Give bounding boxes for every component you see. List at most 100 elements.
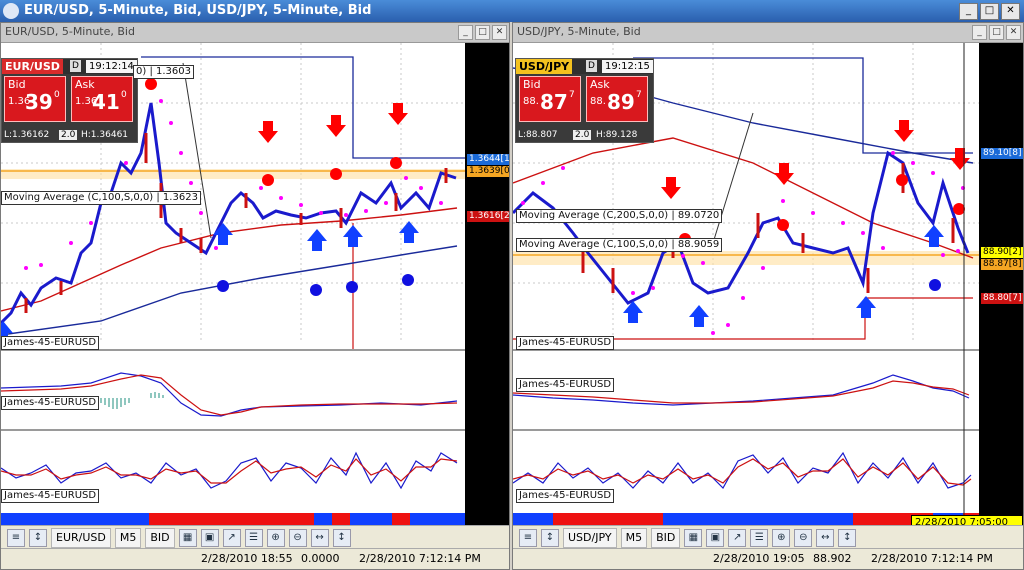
maximize-icon[interactable]: □: [989, 25, 1004, 40]
app-logo-icon: [3, 3, 19, 19]
cursor-icon[interactable]: ↗: [728, 528, 747, 547]
chart-window-title-bar[interactable]: EUR/USD, 5-Minute, Bid _ □ ✕: [1, 23, 509, 43]
bid-label: Bid: [523, 78, 541, 91]
price-type-dropdown[interactable]: BID: [145, 527, 175, 548]
status-bar-time: 2/28/2010 19:05: [713, 552, 805, 565]
ma100-label: Moving Average (C,100,S,0,0) | 88.9059: [516, 238, 723, 252]
indicator-label-macd: James-45-EURUSD: [516, 378, 615, 392]
indicator-label-main: James-45-EURUSD: [516, 336, 615, 350]
maximize-button[interactable]: □: [980, 3, 999, 20]
bar-chart-icon[interactable]: ▣: [706, 528, 725, 547]
stretch-h-icon[interactable]: ↔: [816, 528, 835, 547]
spread-value: 2.0: [573, 130, 592, 140]
timeframe-dropdown[interactable]: M5: [114, 527, 142, 548]
status-clock: 2/28/2010 7:12:14 PM: [359, 552, 481, 565]
bid-box[interactable]: Bid 1.36 39 0: [4, 76, 66, 122]
ma200-label: Moving Average (C,200,S,0,0) | 89.0720: [516, 209, 723, 223]
zoom-in-icon[interactable]: ⊕: [772, 528, 791, 547]
close-icon[interactable]: ✕: [1006, 25, 1021, 40]
high-value: H:89.128: [596, 130, 638, 140]
price-label-yellow: 88.90[2]: [981, 247, 1023, 258]
ask-box[interactable]: Ask 88. 89 7: [586, 76, 648, 122]
pair-dropdown[interactable]: USD/JPY: [563, 527, 617, 548]
candle-icon[interactable]: ▦: [684, 528, 703, 547]
status-value: 0.0000: [301, 552, 340, 565]
ask-big: 89: [607, 90, 635, 114]
bid-big: 39: [25, 90, 53, 114]
close-button[interactable]: ✕: [1001, 3, 1020, 20]
ask-big: 41: [92, 90, 120, 114]
price-type-dropdown[interactable]: BID: [651, 527, 681, 548]
chart-toolbar: ≡ ↕ USD/JPY M5 BID ▦ ▣ ↗ ☰ ⊕ ⊖ ↔ ↕: [513, 525, 1023, 549]
ma-label: Moving Average (C,100,S,0,0) | 1.3623: [1, 191, 201, 205]
ask-sup: 0: [121, 90, 127, 100]
symbol-label: USD/JPY: [516, 59, 573, 74]
high-value: H:1.36461: [81, 130, 129, 140]
list-icon[interactable]: ☰: [244, 528, 263, 547]
top-indicator-label: 0) | 1.3603: [133, 65, 194, 79]
bid-sup: 7: [569, 90, 575, 100]
d-badge[interactable]: D: [70, 60, 81, 72]
status-clock: 2/28/2010 7:12:14 PM: [871, 552, 993, 565]
scroll-icon[interactable]: ↕: [541, 528, 559, 547]
list-icon[interactable]: ☰: [750, 528, 769, 547]
d-badge[interactable]: D: [586, 60, 597, 72]
low-value: L:88.807: [518, 130, 558, 140]
price-label-orange: 88.87[8]: [981, 259, 1023, 270]
candle-icon[interactable]: ▦: [178, 528, 197, 547]
stretch-v-icon[interactable]: ↕: [332, 528, 351, 547]
pair-dropdown[interactable]: EUR/USD: [51, 527, 111, 548]
indicator-label-stoch: James-45-EURUSD: [516, 489, 615, 503]
price-label-blue: 89.10[8]: [981, 148, 1023, 159]
status-bar-time: 2/28/2010 18:55: [201, 552, 293, 565]
scroll-icon[interactable]: ↕: [29, 528, 47, 547]
chart-toolbar: ≡ ↕ EUR/USD M5 BID ▦ ▣ ↗ ☰ ⊕ ⊖ ↔ ↕: [1, 525, 509, 549]
bar-chart-icon[interactable]: ▣: [200, 528, 219, 547]
status-bar: 2/28/2010 19:05 88.902 2/28/2010 7:12:14…: [513, 548, 1023, 569]
ask-sup: 7: [636, 90, 642, 100]
indicator-label-macd: James-45-EURUSD: [1, 396, 100, 410]
bid-prefix: 88.: [523, 96, 539, 107]
ask-box[interactable]: Ask 1.36 41 0: [71, 76, 133, 122]
close-icon[interactable]: ✕: [492, 25, 507, 40]
chart-window-title-bar[interactable]: USD/JPY, 5-Minute, Bid _ □ ✕: [513, 23, 1023, 43]
bid-sup: 0: [54, 90, 60, 100]
zoom-out-icon[interactable]: ⊖: [794, 528, 813, 547]
zoom-out-icon[interactable]: ⊖: [288, 528, 307, 547]
app-titlebar: EUR/USD, 5-Minute, Bid, USD/JPY, 5-Minut…: [0, 0, 1024, 22]
ask-prefix: 88.: [590, 96, 606, 107]
quote-box[interactable]: USD/JPY D 19:12:15 Bid 88. 87 7 Ask 88. …: [515, 58, 654, 143]
quote-box[interactable]: EUR/USD D 19:12:14 Bid 1.36 39 0 Ask 1.3…: [1, 58, 138, 143]
bid-big: 87: [540, 90, 568, 114]
quote-time: 19:12:14: [86, 60, 137, 73]
status-bar: 2/28/2010 18:55 0.0000 2/28/2010 7:12:14…: [1, 548, 509, 569]
minimize-button[interactable]: _: [959, 3, 978, 20]
status-value: 88.902: [813, 552, 852, 565]
chart-window-usdjpy[interactable]: USD/JPY, 5-Minute, Bid _ □ ✕ USD/JPY D 1…: [512, 22, 1024, 570]
price-label-red: 1.3616[2: [467, 211, 510, 222]
price-label-blue: 1.3644[1: [467, 154, 510, 165]
minimize-icon[interactable]: _: [458, 25, 473, 40]
chart-window-title: EUR/USD, 5-Minute, Bid: [5, 25, 135, 38]
minimize-icon[interactable]: _: [972, 25, 987, 40]
menu-icon[interactable]: ≡: [519, 528, 537, 547]
low-value: L:1.36162: [4, 130, 50, 140]
maximize-icon[interactable]: □: [475, 25, 490, 40]
indicator-label-main: James-45-EURUSD: [1, 336, 100, 350]
cursor-icon[interactable]: ↗: [222, 528, 241, 547]
timeframe-dropdown[interactable]: M5: [620, 527, 648, 548]
indicator-label-stoch: James-45-EURUSD: [1, 489, 100, 503]
bid-box[interactable]: Bid 88. 87 7: [519, 76, 581, 122]
menu-icon[interactable]: ≡: [7, 528, 25, 547]
bid-label: Bid: [8, 78, 26, 91]
stretch-h-icon[interactable]: ↔: [310, 528, 329, 547]
spread-value: 2.0: [59, 130, 78, 140]
zoom-in-icon[interactable]: ⊕: [266, 528, 285, 547]
symbol-label: EUR/USD: [2, 59, 63, 74]
app-title: EUR/USD, 5-Minute, Bid, USD/JPY, 5-Minut…: [24, 3, 372, 18]
price-label-orange: 1.3639[0: [467, 166, 510, 177]
window-controls: _ □ ✕: [959, 3, 1020, 20]
stretch-v-icon[interactable]: ↕: [838, 528, 857, 547]
price-label-red: 88.80[7]: [981, 293, 1023, 304]
chart-window-eurusd[interactable]: EUR/USD, 5-Minute, Bid _ □ ✕ EUR/USD D 1…: [0, 22, 510, 570]
